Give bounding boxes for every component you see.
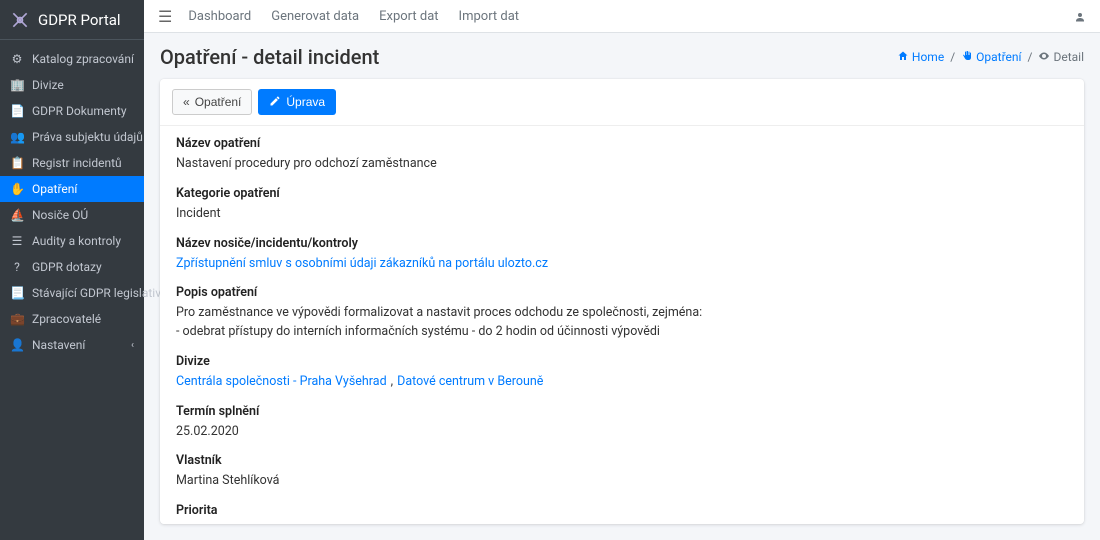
field-label: Termín splnění [176,404,1068,419]
sidebar-item-opatreni[interactable]: ✋ Opatření [0,176,144,202]
main: ☰ Dashboard Generovat data Export dat Im… [144,0,1100,540]
sidebar-item-label: Registr incidentů [32,156,122,170]
sidebar-item-prava[interactable]: 👥 Práva subjektu údajů [0,124,144,150]
edit-icon [269,95,281,109]
topbar: ☰ Dashboard Generovat data Export dat Im… [144,0,1100,33]
field-vlastnik: Vlastník Martina Stehlíková [176,453,1068,491]
topnav-dashboard[interactable]: Dashboard [188,9,251,24]
field-nazev-nosice: Název nosiče/incidentu/kontroly Zpřístup… [176,236,1068,274]
menu-toggle-icon[interactable]: ☰ [158,7,172,26]
sidebar-item-nosice[interactable]: ⛵ Nosiče OÚ [0,202,144,228]
list-icon: ☰ [10,234,24,248]
sidebar-item-label: Divize [32,78,64,92]
user-menu-icon[interactable] [1074,7,1086,26]
breadcrumb-current: Detail [1038,50,1084,64]
building-icon: 🏢 [10,78,24,92]
field-nazev-opatreni: Název opatření Nastavení procedury pro o… [176,136,1068,174]
field-popis: Popis opatření Pro zaměstnance ve výpově… [176,285,1068,342]
chevrons-left-icon: « [183,95,190,109]
topnav-import[interactable]: Import dat [459,9,520,24]
hand-icon [961,50,973,64]
card-toolbar: « Opatření Úprava [160,79,1084,126]
incident-link[interactable]: Zpřístupnění smluv s osobními údaji záka… [176,256,548,271]
doc-icon: 📃 [10,286,24,300]
page-title: Opatření - detail incident [160,45,379,69]
detail-card: « Opatření Úprava Název opatření Nastave… [160,79,1084,524]
field-label: Priorita [176,503,1068,518]
field-value: Incident [176,205,1068,224]
breadcrumb-home[interactable]: Home [897,50,944,64]
briefcase-icon: 💼 [10,312,24,326]
sidebar-item-divize[interactable]: 🏢 Divize [0,72,144,98]
question-icon: ? [10,260,24,274]
sidebar-item-label: Nosiče OÚ [32,208,88,222]
field-label: Vlastník [176,453,1068,468]
sidebar-item-dotazy[interactable]: ? GDPR dotazy [0,254,144,280]
sidebar-item-label: Nastavení [32,338,85,352]
field-kategorie: Kategorie opatření Incident [176,186,1068,224]
topnav: Dashboard Generovat data Export dat Impo… [188,9,519,24]
sidebar-item-label: Katalog zpracování [32,52,134,66]
field-value: Nastavení procedury pro odchozí zaměstna… [176,155,1068,174]
sidebar-item-audity[interactable]: ☰ Audity a kontroly [0,228,144,254]
content-header: Opatření - detail incident Home / Opatře… [144,33,1100,79]
sidebar-item-label: GDPR dotazy [32,260,102,274]
field-value: Martina Stehlíková [176,472,1068,491]
field-value: 25.02.2020 [176,423,1068,442]
sidebar-item-dokumenty[interactable]: 📄 GDPR Dokumenty [0,98,144,124]
sidebar-item-label: Zpracovatelé [32,312,101,326]
sidebar-item-katalog[interactable]: ⚙ Katalog zpracování [0,46,144,72]
clipboard-icon: 📋 [10,156,24,170]
hand-icon: ✋ [10,182,24,196]
field-value: Priorita 1 - Vysoké riziko například bez… [176,522,1068,524]
breadcrumb-sep: / [1028,50,1033,64]
sidebar: GDPR Portal ⚙ Katalog zpracování 🏢 Diviz… [0,0,144,540]
users-icon: 👥 [10,130,24,144]
sidebar-nav: ⚙ Katalog zpracování 🏢 Divize 📄 GDPR Dok… [0,40,144,364]
field-value: Centrála společnosti - Praha Vyšehrad, D… [176,373,1068,392]
breadcrumb: Home / Opatření / Detail [897,50,1084,64]
division-link[interactable]: Datové centrum v Berouně [397,373,543,392]
sidebar-item-registr[interactable]: 📋 Registr incidentů [0,150,144,176]
sidebar-item-label: Audity a kontroly [32,234,121,248]
field-label: Název opatření [176,136,1068,151]
field-priorita: Priorita Priorita 1 - Vysoké riziko např… [176,503,1068,524]
sidebar-item-legislativa[interactable]: 📃 Stávající GDPR legislativa [0,280,144,306]
user-cog-icon: 👤 [10,338,24,352]
sidebar-item-nastaveni[interactable]: 👤 Nastavení ‹ [0,332,144,358]
field-label: Název nosiče/incidentu/kontroly [176,236,1068,251]
file-icon: 📄 [10,104,24,118]
back-button[interactable]: « Opatření [172,89,252,115]
card-body: Název opatření Nastavení procedury pro o… [160,126,1084,524]
home-icon [897,50,909,64]
breadcrumb-sep: / [950,50,955,64]
field-termin: Termín splnění 25.02.2020 [176,404,1068,442]
brand-logo-icon [10,10,30,30]
breadcrumb-opatreni[interactable]: Opatření [961,50,1021,64]
sidebar-item-label: GDPR Dokumenty [32,104,127,118]
eye-icon [1038,50,1050,64]
chevron-left-icon: ‹ [131,340,134,351]
brand-title: GDPR Portal [38,11,121,29]
field-label: Divize [176,354,1068,369]
field-label: Popis opatření [176,285,1068,300]
topnav-export[interactable]: Export dat [379,9,438,24]
field-label: Kategorie opatření [176,186,1068,201]
edit-button[interactable]: Úprava [258,89,336,115]
sidebar-item-zpracovatele[interactable]: 💼 Zpracovatelé [0,306,144,332]
cog-icon: ⚙ [10,52,24,66]
sidebar-item-label: Práva subjektu údajů [32,130,143,144]
ship-icon: ⛵ [10,208,24,222]
field-value: Pro zaměstnance ve výpovědi formalizovat… [176,304,1068,342]
field-divize: Divize Centrála společnosti - Praha Vyše… [176,354,1068,392]
brand[interactable]: GDPR Portal [0,0,144,40]
topnav-generovat[interactable]: Generovat data [271,9,359,24]
division-link[interactable]: Centrála společnosti - Praha Vyšehrad [176,373,387,392]
sidebar-item-label: Opatření [32,182,77,196]
